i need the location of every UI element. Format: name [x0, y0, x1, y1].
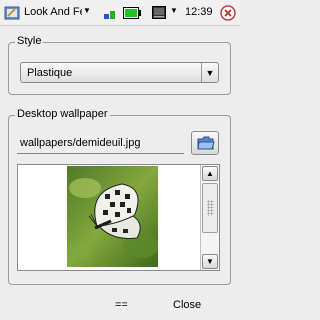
wallpaper-group: Desktop wallpaper wallpapers/demideuil.j…: [8, 108, 231, 285]
wallpaper-preview: ▲ ▼: [17, 164, 220, 271]
menu-softkey[interactable]: ==: [115, 299, 128, 311]
scroll-up-button[interactable]: ▲: [202, 166, 218, 181]
chevron-down-icon[interactable]: ▼: [83, 6, 91, 15]
scroll-thumb[interactable]: [202, 183, 218, 233]
grip-icon: [207, 200, 214, 216]
wallpaper-path-field[interactable]: wallpapers/demideuil.jpg: [17, 132, 184, 154]
folder-open-icon: [197, 136, 215, 150]
terminal-icon[interactable]: [152, 6, 166, 19]
style-combobox[interactable]: Plastique ▼: [20, 62, 219, 83]
scroll-down-button[interactable]: ▼: [202, 254, 218, 269]
clock[interactable]: 12:39: [185, 6, 213, 18]
appearance-icon[interactable]: [4, 5, 20, 21]
battery-icon[interactable]: [123, 7, 141, 19]
close-icon[interactable]: [220, 5, 236, 21]
close-button[interactable]: Close: [173, 299, 201, 311]
browse-wallpaper-button[interactable]: [191, 131, 219, 155]
app-title[interactable]: Look And Feel: [24, 6, 82, 18]
style-group: Style Plastique ▼: [8, 35, 231, 95]
wallpaper-path-value: wallpapers/demideuil.jpg: [20, 137, 141, 149]
style-selected-value: Plastique: [27, 67, 73, 79]
wallpaper-group-title: Desktop wallpaper: [15, 108, 110, 120]
butterfly-photo: [67, 166, 158, 267]
network-status-icon[interactable]: [104, 8, 116, 20]
top-panel: Look And Feel ▼ ▼ 12:39: [0, 0, 240, 26]
preview-scrollbar[interactable]: ▲ ▼: [200, 165, 219, 270]
chevron-down-icon[interactable]: ▼: [201, 63, 218, 82]
chevron-down-icon[interactable]: ▼: [170, 6, 178, 15]
style-group-title: Style: [15, 35, 44, 47]
